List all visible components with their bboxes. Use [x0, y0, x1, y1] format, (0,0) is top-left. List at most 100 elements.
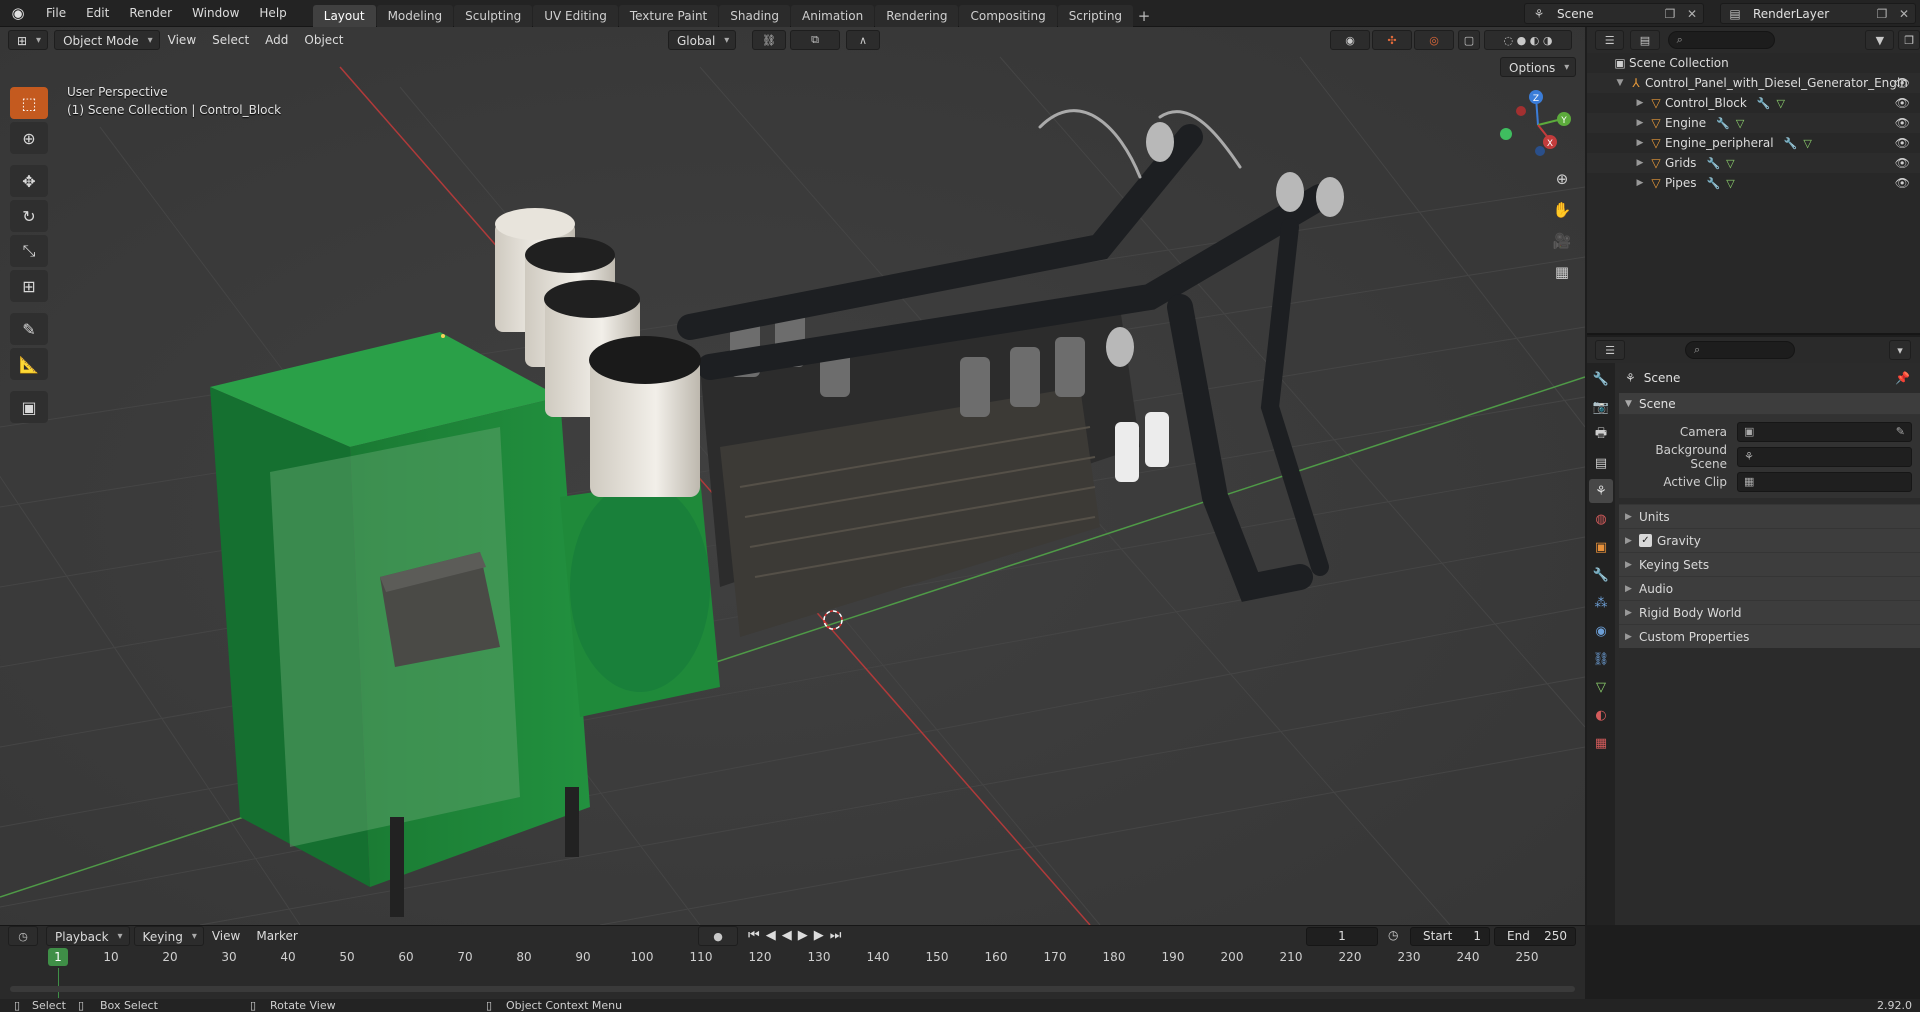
- expand-arrow-icon[interactable]: ▶: [1633, 158, 1647, 168]
- units-panel-header[interactable]: ▶ Units: [1619, 504, 1920, 528]
- timeline-editor-type-icon[interactable]: ◷: [8, 926, 38, 946]
- mesh-data-icon[interactable]: ▽: [1726, 177, 1734, 190]
- visibility-eye-icon[interactable]: 👁: [1895, 76, 1910, 90]
- menu-window[interactable]: Window: [182, 0, 249, 27]
- pan-hand-icon[interactable]: ✋: [1548, 196, 1576, 224]
- gravity-panel-header[interactable]: ▶ ✓ Gravity: [1619, 528, 1920, 552]
- view-layer-tab-icon[interactable]: ▤: [1589, 451, 1613, 475]
- tab-layout[interactable]: Layout: [312, 4, 376, 27]
- data-tab-icon[interactable]: ▽: [1589, 675, 1613, 699]
- active-clip-field[interactable]: ▦: [1737, 471, 1912, 492]
- record-icon[interactable]: ●: [698, 926, 738, 946]
- expand-arrow-icon[interactable]: ▶: [1633, 118, 1647, 128]
- viewport-scene[interactable]: Z Y X: [0, 27, 1585, 925]
- gizmo-toggle-icon[interactable]: ✣: [1372, 30, 1412, 50]
- menu-edit[interactable]: Edit: [76, 0, 119, 27]
- end-frame-field[interactable]: End 250: [1494, 927, 1576, 946]
- eyedropper-icon[interactable]: ✎: [1896, 425, 1905, 438]
- gizmo-neg-x-icon[interactable]: [1516, 106, 1526, 116]
- rotate-tool-icon[interactable]: ↻: [10, 200, 48, 232]
- new-collection-icon[interactable]: ❐: [1898, 30, 1920, 50]
- expand-arrow-icon[interactable]: ▶: [1633, 138, 1647, 148]
- background-scene-field[interactable]: ⚘: [1737, 446, 1912, 467]
- pivot-point-icon[interactable]: ⛓: [752, 30, 786, 50]
- visibility-eye-icon[interactable]: 👁: [1895, 116, 1910, 130]
- add-cube-tool-icon[interactable]: ▣: [10, 391, 48, 423]
- audio-panel-header[interactable]: ▶ Audio: [1619, 576, 1920, 600]
- preview-range-icon[interactable]: ◷: [1388, 928, 1398, 942]
- expand-arrow-icon[interactable]: ▶: [1633, 98, 1647, 108]
- timeline-menu-marker[interactable]: Marker: [248, 926, 305, 946]
- render-tab-icon[interactable]: 📷: [1589, 395, 1613, 419]
- properties-search-input[interactable]: ⌕: [1685, 341, 1795, 359]
- tab-uv-editing[interactable]: UV Editing: [533, 4, 618, 27]
- timeline-scrollbar[interactable]: [10, 986, 1575, 992]
- viewport-menu-object[interactable]: Object: [296, 30, 351, 50]
- keying-dropdown[interactable]: Keying: [133, 926, 204, 947]
- copy-scene-icon[interactable]: ❐: [1659, 7, 1681, 21]
- visibility-eye-icon[interactable]: 👁: [1895, 136, 1910, 150]
- camera-field[interactable]: ▣ ✎: [1737, 421, 1912, 442]
- properties-editor-type-icon[interactable]: ☰: [1595, 340, 1625, 360]
- visibility-eye-icon[interactable]: 👁: [1895, 176, 1910, 190]
- mesh-data-icon[interactable]: ▽: [1726, 157, 1734, 170]
- options-dropdown[interactable]: Options: [1500, 57, 1577, 78]
- ortho-grid-icon[interactable]: ▦: [1548, 258, 1576, 286]
- scene-panel-header[interactable]: ▼ Scene: [1619, 393, 1920, 415]
- properties-options-icon[interactable]: ▾: [1889, 340, 1911, 360]
- gizmo-neg-z-icon[interactable]: [1535, 146, 1545, 156]
- material-tab-icon[interactable]: ◐: [1589, 703, 1613, 727]
- modifier-tab-icon[interactable]: 🔧: [1589, 563, 1613, 587]
- outliner-object-row[interactable]: ▶ ▽ Engine_peripheral 🔧 ▽ 👁: [1587, 133, 1920, 153]
- playback-controls[interactable]: ⏮◀◀▶▶⏭: [748, 928, 847, 943]
- menu-help[interactable]: Help: [249, 0, 296, 27]
- add-workspace-icon[interactable]: +: [1134, 5, 1154, 27]
- physics-tab-icon[interactable]: ◉: [1589, 619, 1613, 643]
- world-tab-icon[interactable]: ◍: [1589, 507, 1613, 531]
- blender-logo-icon[interactable]: ◉: [0, 0, 36, 27]
- outliner-object-row[interactable]: ▶ ▽ Pipes 🔧 ▽ 👁: [1587, 173, 1920, 193]
- tool-tab-icon[interactable]: 🔧: [1589, 367, 1613, 391]
- xray-icon[interactable]: ▢: [1458, 30, 1480, 50]
- display-mode-icon[interactable]: ▤: [1630, 30, 1660, 50]
- modifier-icon[interactable]: 🔧: [1784, 137, 1798, 150]
- object-mode-dropdown[interactable]: Object Mode: [54, 30, 160, 51]
- custom-properties-panel-header[interactable]: ▶ Custom Properties: [1619, 624, 1920, 648]
- gravity-checkbox[interactable]: ✓: [1639, 534, 1652, 547]
- pin-icon[interactable]: 📌: [1895, 371, 1910, 385]
- object-tab-icon[interactable]: ▣: [1589, 535, 1613, 559]
- snap-icon[interactable]: ⧉: [790, 30, 840, 50]
- outliner-search-input[interactable]: ⌕: [1667, 31, 1776, 49]
- output-tab-icon[interactable]: 🖶: [1589, 423, 1613, 447]
- playback-dropdown[interactable]: Playback: [46, 926, 130, 947]
- transform-orientation-dropdown[interactable]: Global: [668, 30, 737, 51]
- scene-selector[interactable]: ⚘ Scene ❐ ✕: [1524, 3, 1704, 24]
- tab-shading[interactable]: Shading: [719, 4, 790, 27]
- modifier-icon[interactable]: 🔧: [1716, 117, 1730, 130]
- viewport-menu-add[interactable]: Add: [257, 30, 296, 50]
- outliner-collection-row[interactable]: ▼ ⅄ Control_Panel_with_Diesel_Generator_…: [1587, 73, 1920, 93]
- visibility-eye-icon[interactable]: 👁: [1895, 156, 1910, 170]
- tab-compositing[interactable]: Compositing: [959, 4, 1057, 27]
- start-frame-field[interactable]: Start 1: [1410, 927, 1490, 946]
- gizmo-neg-y-icon[interactable]: [1500, 128, 1512, 140]
- overlays-icon[interactable]: ◎: [1414, 30, 1454, 50]
- transform-tool-icon[interactable]: ⊞: [10, 270, 48, 302]
- outliner-editor-type-icon[interactable]: ☰: [1595, 30, 1625, 50]
- close-layer-icon[interactable]: ✕: [1893, 7, 1915, 21]
- mesh-data-icon[interactable]: ▽: [1777, 97, 1785, 110]
- menu-render[interactable]: Render: [119, 0, 182, 27]
- view-layer-selector[interactable]: ▤ RenderLayer ❐ ✕: [1720, 3, 1916, 24]
- tab-animation[interactable]: Animation: [791, 4, 875, 27]
- select-box-tool-icon[interactable]: ⬚: [10, 87, 48, 119]
- measure-tool-icon[interactable]: 📐: [10, 348, 48, 380]
- filter-icon[interactable]: ▼: [1865, 30, 1895, 50]
- zoom-icon[interactable]: ⊕: [1548, 165, 1576, 193]
- outliner-root-row[interactable]: ▣ Scene Collection: [1587, 53, 1920, 73]
- keying-sets-panel-header[interactable]: ▶ Keying Sets: [1619, 552, 1920, 576]
- texture-tab-icon[interactable]: ▦: [1589, 731, 1613, 755]
- tab-modeling[interactable]: Modeling: [376, 4, 454, 27]
- expand-arrow-icon[interactable]: ▼: [1613, 78, 1627, 88]
- tab-scripting[interactable]: Scripting: [1057, 4, 1134, 27]
- mesh-data-icon[interactable]: ▽: [1803, 137, 1811, 150]
